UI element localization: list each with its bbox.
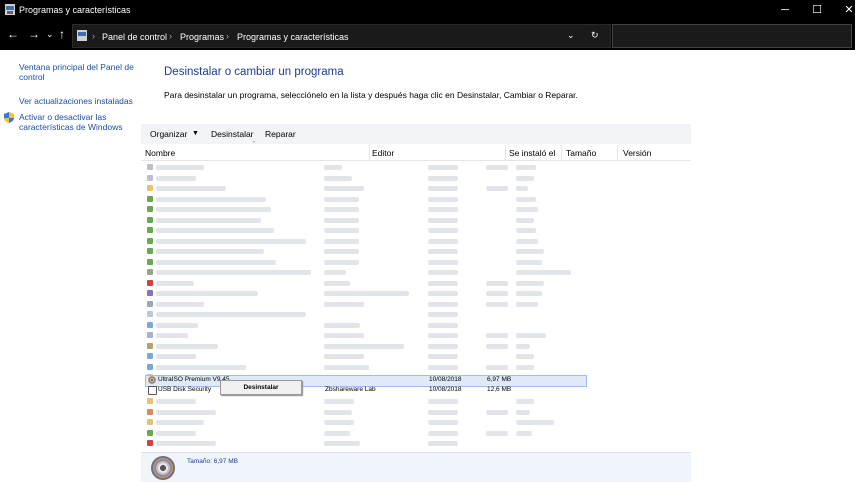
forward-button[interactable]: → (28, 27, 40, 41)
program-size-usb-disk-security: 12,6 MB (487, 386, 512, 393)
program-publisher-usb-disk-security: Zbshareware Lab (325, 386, 376, 393)
status-size: Tamaño: 6,97 MB (187, 458, 238, 465)
ultraiso-icon (148, 376, 156, 384)
refresh-icon[interactable]: ↻ (591, 30, 599, 41)
close-button[interactable]: ✕ (832, 0, 855, 20)
main-pane: Desinstalar o cambiar un programa Para d… (141, 50, 691, 482)
repair-button[interactable]: Reparar (265, 129, 296, 139)
chevron-right-icon: › (169, 31, 172, 41)
program-date-ultraiso: 10/08/2018 (429, 376, 462, 383)
shield-icon (4, 112, 14, 123)
usb-disk-security-icon (148, 386, 157, 395)
column-publisher[interactable]: Editor (372, 148, 394, 158)
address-path[interactable]: › Panel de control › Programas › Program… (72, 24, 611, 48)
column-installed[interactable]: Se instaló el (509, 148, 555, 158)
chevron-down-icon: ▼ (192, 130, 199, 137)
title-bar: Programas y características ─ ☐ ✕ (0, 0, 855, 20)
program-date-usb-disk-security: 10/08/2018 (429, 386, 462, 393)
column-size[interactable]: Tamaño (566, 148, 596, 158)
window-title: Programas y características (19, 5, 131, 15)
toolbar: Organizar ▼ Desinstalar Reparar (141, 124, 691, 144)
control-panel-home-link[interactable]: Ventana principal del Panel de (19, 62, 134, 73)
breadcrumb-control-panel[interactable]: Panel de control (102, 32, 167, 42)
search-box[interactable] (612, 24, 852, 48)
program-list[interactable] (141, 161, 691, 451)
uninstall-button[interactable]: Desinstalar (211, 129, 254, 139)
chevron-down-icon[interactable]: ⌄ (567, 30, 575, 41)
column-version[interactable]: Versión (623, 148, 651, 158)
up-button[interactable]: ↑ (59, 27, 65, 41)
chevron-right-icon: › (226, 31, 229, 41)
page-subtitle: Para desinstalar un programa, seleccióne… (164, 90, 578, 100)
organize-button[interactable]: Organizar (150, 129, 187, 139)
windows-features-link-line2[interactable]: características de Windows (19, 122, 122, 133)
chevron-right-icon: › (92, 31, 95, 41)
minimize-button[interactable]: ─ (768, 0, 802, 20)
recent-locations-button[interactable]: ⌄ (46, 27, 54, 41)
ultraiso-disc-icon (151, 456, 175, 480)
breadcrumb-programs-features[interactable]: Programas y características (237, 32, 349, 42)
breadcrumb-programs[interactable]: Programas (180, 32, 224, 42)
control-panel-home-link-line2[interactable]: control (19, 72, 45, 83)
context-menu: Desinstalar (220, 380, 302, 395)
program-name-ultraiso[interactable]: UltraISO Premium V9.45 (158, 375, 230, 385)
back-button[interactable]: ← (7, 27, 19, 41)
program-size-ultraiso: 6,97 MB (487, 376, 512, 383)
context-menu-uninstall[interactable]: Desinstalar (243, 384, 278, 391)
view-updates-link[interactable]: Ver actualizaciones instaladas (19, 96, 133, 107)
column-name[interactable]: Nombre (145, 148, 175, 158)
control-panel-icon (5, 4, 15, 15)
left-pane: Ventana principal del Panel de control V… (0, 50, 141, 481)
column-header: Nombre ⌃ Editor Se instaló el Tamaño Ver… (141, 141, 691, 161)
page-title: Desinstalar o cambiar un programa (164, 66, 344, 78)
details-pane: Tamaño: 6,97 MB (141, 452, 691, 482)
sort-up-icon: ⌃ (251, 141, 257, 148)
maximize-button[interactable]: ☐ (800, 0, 834, 20)
windows-features-link[interactable]: Activar o desactivar las (19, 112, 106, 123)
program-name-usb-disk-security[interactable]: USB Disk Security (158, 385, 211, 395)
empty-right-area (691, 50, 855, 481)
control-panel-icon (77, 30, 87, 41)
